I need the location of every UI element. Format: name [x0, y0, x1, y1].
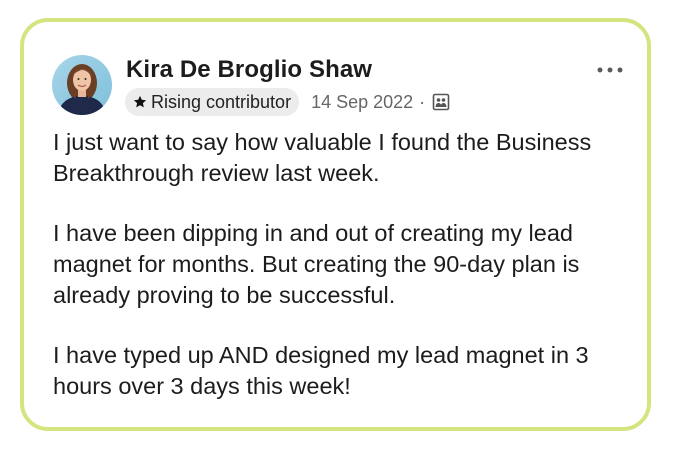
group-icon [432, 93, 450, 111]
author-name[interactable]: Kira De Broglio Shaw [126, 56, 372, 84]
more-horizontal-icon [597, 67, 623, 73]
contributor-badge[interactable]: Rising contributor [125, 88, 300, 116]
meta-separator: · [419, 91, 426, 112]
post-body: I just want to say how valuable I found … [53, 127, 638, 431]
post-card: Kira De Broglio Shaw Rising contributor … [20, 18, 651, 431]
badge-label: Rising contributor [151, 91, 292, 112]
post-paragraph: I have typed up AND designed my lead mag… [53, 342, 589, 399]
post-paragraph: I have been dipping in and out of creati… [53, 220, 580, 308]
more-options-button[interactable] [595, 60, 625, 80]
avatar[interactable] [52, 55, 112, 115]
post-date[interactable]: 14 Sep 2022 [311, 92, 413, 113]
avatar-image [52, 55, 112, 115]
post-meta: Rising contributor 14 Sep 2022 · [125, 88, 450, 116]
post-paragraph: I just want to say how valuable I found … [53, 129, 592, 186]
star-icon [133, 95, 147, 108]
